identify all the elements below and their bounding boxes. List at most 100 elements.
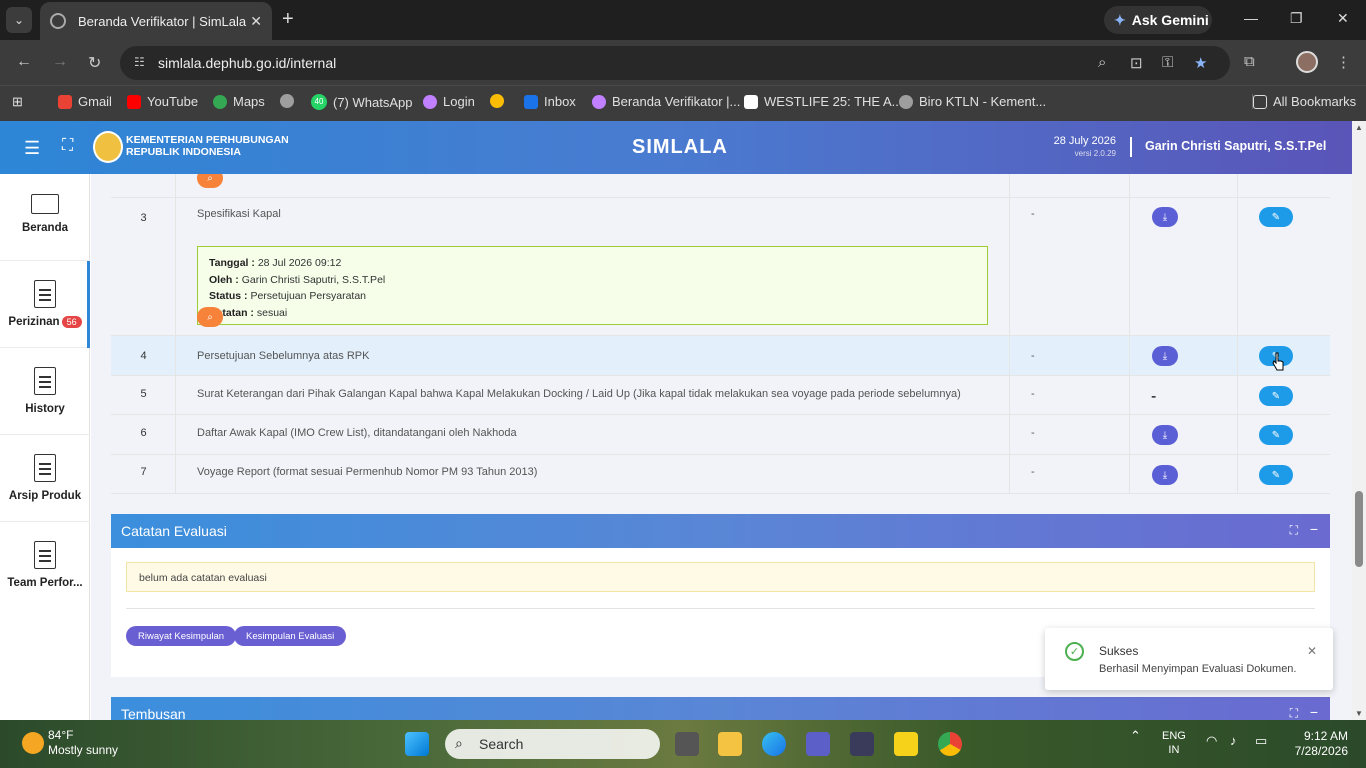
browser-tab[interactable]: Beranda Verifikator | SimLala ✕ [40,2,272,40]
bookmark-youtube[interactable]: YouTube [127,94,198,109]
sidebar-item-arsip-produk[interactable]: Arsip Produk [0,435,90,522]
site-info-icon[interactable]: ☷ [134,55,145,69]
sidebar-item-beranda[interactable]: Beranda [0,174,90,261]
file-explorer-icon[interactable] [718,732,742,756]
user-name[interactable]: Garin Christi Saputri, S.S.T.Pel [1145,139,1326,153]
window-close-icon[interactable]: ✕ [1337,10,1349,27]
volume-icon[interactable]: ♪ [1230,734,1237,748]
language-indicator[interactable]: ENG IN [1162,729,1186,757]
folder-icon [1253,94,1267,109]
forward-icon[interactable]: → [52,53,68,71]
task-view-icon[interactable] [675,732,699,756]
address-bar[interactable]: ☷ simlala.dephub.go.id/internal ⌕ ⊡ ⚿ ★ [120,46,1230,80]
minimize-icon[interactable]: — [1244,10,1258,26]
search-history-button[interactable]: ⌕ [197,174,223,188]
cell-status [1010,174,1130,197]
cell-desc: Persetujuan Sebelumnya atas RPK [176,336,1010,375]
sidebar-item-history[interactable]: History [0,348,90,435]
scroll-thumb[interactable] [1355,491,1363,567]
bookmark-maps[interactable]: Maps [213,94,265,109]
reload-icon[interactable]: ↻ [88,53,101,73]
chrome-icon[interactable] [938,732,962,756]
profile-avatar[interactable] [1296,51,1318,73]
edit-button[interactable]: ✎ [1259,207,1293,227]
bookmark-globe[interactable] [280,94,300,108]
cell-no: 4 [111,336,176,375]
card-title: Tembusan [121,706,186,720]
sidebar-item-label: Perizinan 56 [0,316,90,328]
card-title: Catatan Evaluasi [121,523,227,539]
cell-edit: ✎ [1238,415,1330,454]
taskbar-clock[interactable]: 9:12 AM 7/28/2026 [1290,729,1348,759]
sidebar-item-label: Beranda [21,222,69,234]
header-divider [1130,137,1132,157]
sidebar-item-perizinan[interactable]: Perizinan 56 [0,261,90,348]
bookmark-inbox[interactable]: Inbox [524,94,576,109]
zoom-icon[interactable]: ⌕ [1098,54,1106,71]
chevron-up-icon[interactable]: ⌃ [1130,729,1141,743]
all-bookmarks[interactable]: All Bookmarks [1252,94,1356,109]
sticky-notes-icon[interactable] [894,732,918,756]
expand-icon[interactable]: ⛶ [1290,706,1298,720]
maximize-icon[interactable]: ❐ [1290,10,1303,27]
back-icon[interactable]: ← [16,53,32,71]
tab-close-icon[interactable]: ✕ [250,13,262,30]
password-key-icon[interactable]: ⚿ [1162,54,1173,71]
download-button[interactable]: ⤓ [1152,346,1178,366]
kesimpulan-evaluasi-button[interactable]: Kesimpulan Evaluasi [234,626,347,646]
tab-title: Beranda Verifikator | SimLala [78,13,247,29]
bookmark-biro-ktln[interactable]: Biro KTLN - Kement... [899,94,1046,109]
date-text: 28 July 2026 [1053,135,1116,147]
battery-icon[interactable]: ▭ [1255,734,1267,748]
install-app-icon[interactable]: ⊡ [1130,54,1143,72]
edit-button[interactable]: ✎ [1259,386,1293,406]
download-button[interactable]: ⤓ [1152,425,1178,445]
bookmark-star-icon[interactable]: ★ [1194,54,1207,72]
bookmark-gmail[interactable]: Gmail [58,94,112,109]
apps-grid-icon[interactable]: ⊞ [12,94,23,110]
camera-icon[interactable] [850,732,874,756]
clock-time: 9:12 AM [1303,729,1348,743]
cell-edit: ✎ [1238,455,1330,493]
copilot-icon[interactable] [806,732,830,756]
sidebar-item-team-performance[interactable]: Team Perfor... [0,522,90,609]
bookmark-whatsapp[interactable]: 40 (7) WhatsApp [311,94,412,110]
bookmark-login[interactable]: Login [423,94,475,109]
menu-kebab-icon[interactable]: ⋮ [1336,53,1351,71]
bookmark-pinwheel[interactable] [490,94,510,108]
collapse-icon[interactable]: − [1310,704,1318,720]
cell-no: 3 [111,198,176,335]
extensions-icon[interactable]: ⧉ [1244,53,1255,70]
perizinan-label: Perizinan [8,316,60,329]
toast-close-icon[interactable]: ✕ [1307,644,1317,658]
edit-button[interactable]: ✎ [1259,425,1293,445]
windows-start-icon[interactable] [405,732,429,756]
hamburger-menu-icon[interactable]: ☰ [24,138,40,159]
bookmark-label: Biro KTLN - Kement... [919,94,1047,109]
download-button[interactable]: ⤓ [1152,207,1178,227]
scroll-up-icon[interactable]: ▲ [1355,123,1363,132]
collapse-icon[interactable]: − [1310,521,1318,537]
riwayat-kesimpulan-button[interactable]: Riwayat Kesimpulan [126,626,237,646]
expand-icon[interactable]: ⛶ [1290,523,1298,538]
ask-gemini-button[interactable]: ✦ Ask Gemini [1104,6,1212,34]
bookmark-beranda[interactable]: Beranda Verifikator |... [592,94,740,109]
inbox-icon [524,94,538,109]
new-tab-icon[interactable]: + [282,9,294,29]
all-bookmarks-label: All Bookmarks [1273,94,1357,109]
search-history-button[interactable]: ⌕ [197,307,223,327]
edge-icon[interactable] [762,732,786,756]
sidebar: Beranda Perizinan 56 History Arsip Produk… [0,174,90,720]
edit-button[interactable]: ✎ [1259,465,1293,485]
download-button[interactable]: ⤓ [1152,465,1178,485]
gmail-icon [58,94,72,109]
gemini-label: Ask Gemini [1131,12,1209,28]
login-icon [423,94,437,109]
page-scrollbar[interactable]: ▲ ▼ [1352,121,1366,720]
tab-list-button[interactable]: ⌄ [6,7,32,33]
fullscreen-icon[interactable]: ⛶ [62,137,73,155]
taskbar-search[interactable]: ⌕ Search [445,729,660,759]
wifi-icon[interactable]: ◠ [1206,734,1217,748]
scroll-down-icon[interactable]: ▼ [1355,709,1363,718]
bookmark-westlife[interactable]: WESTLIFE 25: THE A... [744,94,902,109]
